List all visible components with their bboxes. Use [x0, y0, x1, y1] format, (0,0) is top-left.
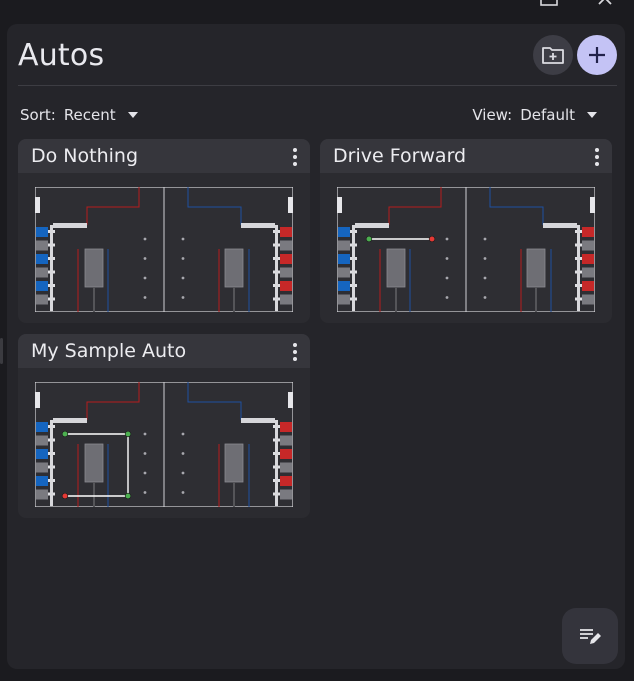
auto-card-header: Do Nothing	[18, 139, 310, 173]
new-folder-icon	[542, 47, 564, 64]
sort-label: Sort:	[20, 106, 56, 124]
edit-notes-button[interactable]	[562, 608, 618, 664]
more-vert-icon[interactable]	[292, 343, 298, 361]
autos-panel: Autos Sort: Recent View: Default Do Noth…	[7, 24, 625, 669]
auto-card[interactable]: Drive Forward	[320, 139, 612, 323]
field-preview	[35, 187, 293, 312]
maximize-icon[interactable]	[536, 0, 562, 8]
auto-card-header: My Sample Auto	[18, 334, 310, 368]
field-preview	[337, 187, 595, 312]
view-dropdown[interactable]: View: Default	[472, 106, 597, 124]
sort-dropdown[interactable]: Sort: Recent	[20, 106, 138, 124]
auto-card-title: Do Nothing	[31, 145, 139, 167]
auto-card-title: Drive Forward	[333, 145, 467, 167]
caret-down-icon	[587, 112, 597, 118]
field-preview	[35, 382, 293, 507]
view-value: Default	[520, 106, 575, 124]
auto-card-header: Drive Forward	[320, 139, 612, 173]
add-auto-button[interactable]	[577, 35, 617, 75]
caret-down-icon	[127, 112, 138, 118]
header-divider	[18, 85, 617, 86]
resize-handle[interactable]	[0, 338, 3, 364]
auto-card-title: My Sample Auto	[31, 340, 187, 362]
auto-card[interactable]: My Sample Auto	[18, 334, 310, 518]
edit-notes-icon	[580, 629, 601, 644]
more-vert-icon[interactable]	[594, 148, 600, 166]
view-label: View:	[472, 106, 513, 124]
sort-value: Recent	[63, 106, 116, 124]
new-folder-button[interactable]	[533, 35, 573, 75]
close-icon[interactable]	[592, 0, 618, 8]
add-icon	[589, 47, 605, 63]
auto-card[interactable]: Do Nothing	[18, 139, 310, 323]
page-title: Autos	[18, 38, 105, 73]
more-vert-icon[interactable]	[292, 148, 298, 166]
window-topbar	[0, 0, 634, 22]
